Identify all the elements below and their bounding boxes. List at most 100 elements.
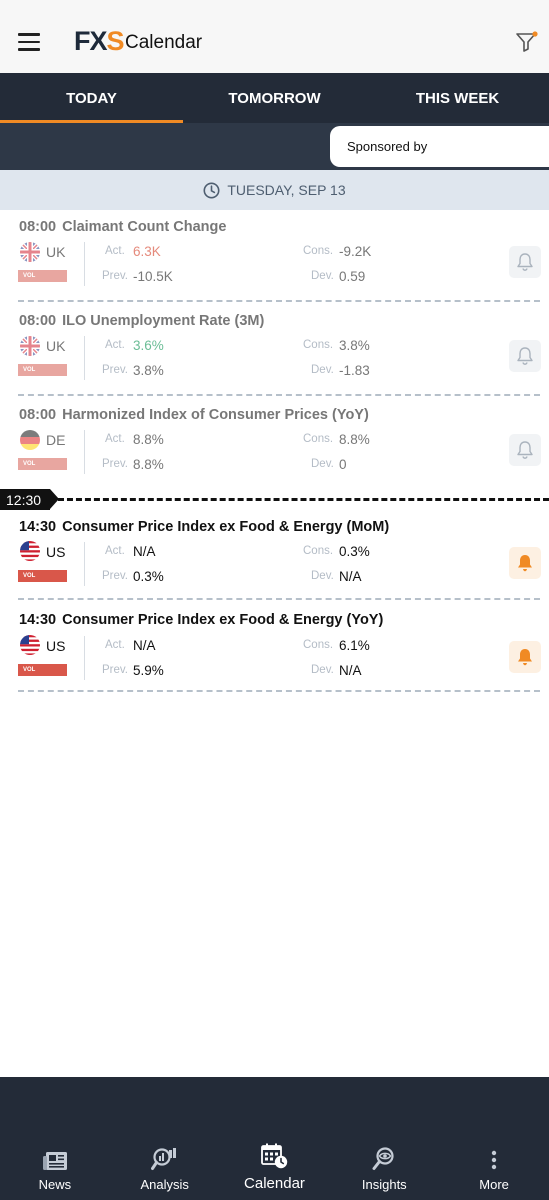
bell-icon[interactable] [509,340,541,372]
nav-label: Insights [361,1177,407,1192]
date-label: TUESDAY, SEP 13 [227,182,346,198]
nav-insights[interactable]: Insights [329,1077,439,1200]
fxs-logo: FXS [74,26,125,56]
event-time: 08:00 [19,407,57,423]
actual-value: N/A [133,544,156,559]
consensus-value: 6.1% [339,638,370,653]
us-flag-icon [20,635,40,655]
event-row[interactable]: 08:00 Claimant Count Change UK VOL Act. 6… [0,210,549,302]
volatility-badge: VOL [18,364,67,376]
event-title: 08:00 Harmonized Index of Consumer Prices… [19,407,369,423]
sponsored-by-banner[interactable]: Sponsored by [330,126,549,167]
filter-icon[interactable] [515,30,539,54]
uk-flag-icon [20,242,40,262]
actual-label: Act. [105,245,125,257]
tab-tomorrow[interactable]: TOMORROW [183,73,366,123]
actual-label: Act. [105,433,125,445]
sponsored-by-label: Sponsored by [347,139,428,154]
row-divider [18,690,540,692]
bottom-navigation: News Analysis Calendar Insights More [0,1077,549,1200]
hamburger-menu-icon[interactable] [18,33,40,51]
volatility-badge: VOL [18,664,67,676]
deviation-label: Dev. [311,570,334,582]
actual-value: 6.3K [133,244,161,259]
event-time: 08:00 [19,313,57,329]
country-code: UK [46,244,66,260]
event-row[interactable]: 14:30 Consumer Price Index ex Food & Ener… [0,600,549,692]
event-name: Consumer Price Index ex Food & Energy (M… [62,519,390,535]
nav-label: News [38,1177,72,1192]
consensus-label: Cons. [303,339,334,351]
consensus-value: -9.2K [339,244,372,259]
previous-value: 5.9% [133,663,164,678]
current-time-marker: 12:30 [0,489,549,511]
actual-label: Act. [105,545,125,557]
nav-more[interactable]: More [439,1077,549,1200]
newspaper-icon [42,1152,67,1170]
deviation-label: Dev. [311,458,334,470]
consensus-value: 3.8% [339,338,370,353]
uk-flag-icon [20,336,40,356]
actual-label: Act. [105,339,125,351]
consensus-label: Cons. [303,433,334,445]
divider [84,242,85,286]
bell-icon[interactable] [509,246,541,278]
event-row[interactable]: 14:30 Consumer Price Index ex Food & Ener… [0,511,549,600]
event-time: 08:00 [19,219,57,235]
volatility-badge: VOL [18,458,67,470]
app: FXS Calendar TODAY TOMORROW THIS WEEK Sp… [0,0,549,1200]
event-title: 08:00 ILO Unemployment Rate (3M) [19,313,264,329]
event-name: ILO Unemployment Rate (3M) [62,313,265,329]
volatility-badge: VOL [18,570,67,582]
deviation-value: N/A [339,663,362,678]
calendar-tabs: TODAY TOMORROW THIS WEEK [0,73,549,123]
bell-active-icon[interactable] [509,547,541,579]
deviation-value: 0.59 [339,269,366,284]
previous-label: Prev. [102,664,128,676]
nav-label: More [479,1177,509,1192]
event-row[interactable]: 08:00 Harmonized Index of Consumer Prices… [0,398,549,488]
bell-icon[interactable] [509,434,541,466]
consensus-label: Cons. [303,639,334,651]
calendar-clock-icon [261,1143,288,1169]
page-title: Calendar [125,32,203,53]
event-name: Claimant Count Change [62,219,227,235]
country-code: US [46,638,66,654]
deviation-value: -1.83 [339,363,370,378]
divider [84,430,85,474]
consensus-label: Cons. [303,245,334,257]
nav-analysis[interactable]: Analysis [110,1077,220,1200]
insights-eye-icon [372,1147,394,1170]
deviation-value: 0 [339,457,347,472]
nav-label: Analysis [140,1177,189,1192]
country-code: DE [46,432,66,448]
bell-active-icon[interactable] [509,641,541,673]
country-code: US [46,544,66,560]
nav-news[interactable]: News [0,1077,110,1200]
previous-value: 3.8% [133,363,164,378]
tab-this-week[interactable]: THIS WEEK [366,73,549,123]
previous-value: -10.5K [133,269,173,284]
consensus-value: 8.8% [339,432,370,447]
row-divider [18,394,540,396]
clock-icon [203,182,220,198]
deviation-label: Dev. [311,664,334,676]
divider [84,636,85,680]
actual-label: Act. [105,639,125,651]
more-vertical-icon [491,1150,497,1170]
tab-today[interactable]: TODAY [0,73,183,123]
actual-value: 8.8% [133,432,164,447]
previous-label: Prev. [102,458,128,470]
nav-calendar[interactable]: Calendar [220,1077,330,1200]
divider [84,336,85,380]
consensus-value: 0.3% [339,544,370,559]
actual-value: 3.6% [133,338,164,353]
deviation-label: Dev. [311,364,334,376]
nav-label: Calendar [244,1175,305,1192]
deviation-label: Dev. [311,270,334,282]
event-row[interactable]: 08:00 ILO Unemployment Rate (3M) UK VOL A… [0,304,549,396]
consensus-label: Cons. [303,545,334,557]
previous-value: 8.8% [133,457,164,472]
event-name: Consumer Price Index ex Food & Energy (Y… [62,612,384,628]
volatility-badge: VOL [18,270,67,282]
